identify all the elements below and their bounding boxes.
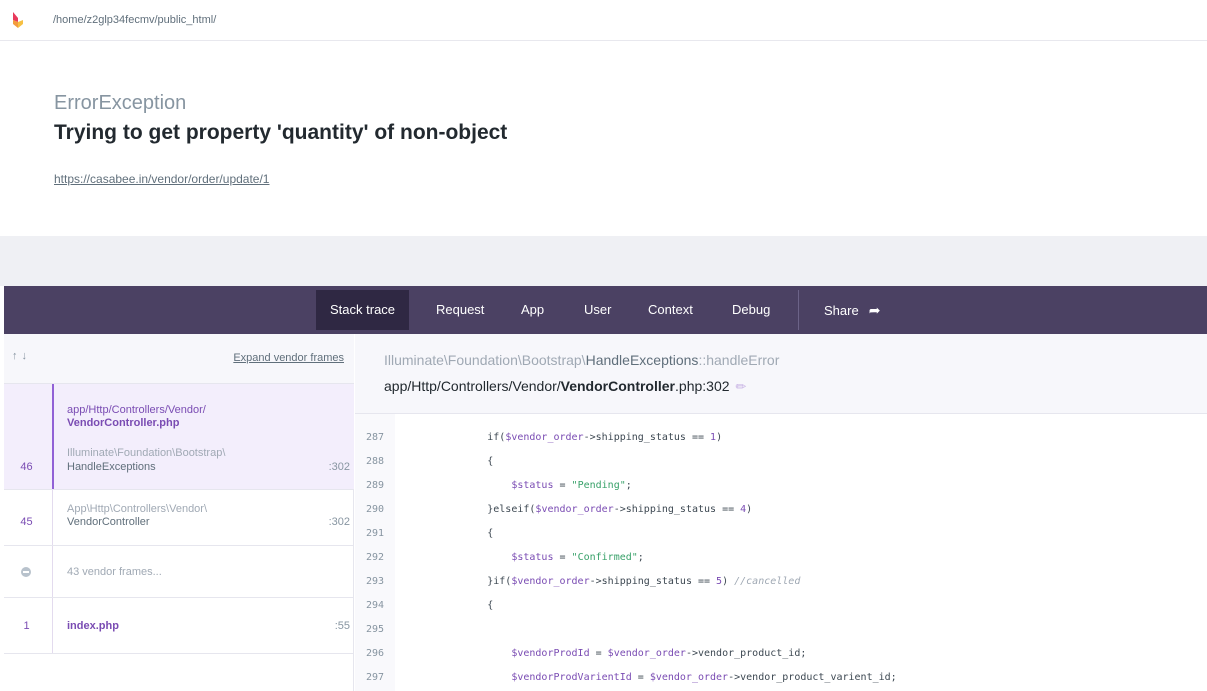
code-line: 289 $status = "Pending"; xyxy=(355,474,1207,498)
frame-class-name: VendorController xyxy=(67,516,150,528)
code-text: }elseif($vendor_order->shipping_status =… xyxy=(415,504,753,515)
frame-class-namespace: App\Http\Controllers\Vendor\ xyxy=(67,503,208,515)
code-text: $vendorProdId = $vendor_order->vendor_pr… xyxy=(511,648,807,659)
line-number: 287 xyxy=(365,432,385,443)
frame-class-name: HandleExceptions xyxy=(67,461,156,473)
frame-file-name: VendorController.php xyxy=(67,417,180,429)
code-text: $status = "Pending"; xyxy=(511,480,632,491)
stack-frame[interactable]: 1 index.php :55 xyxy=(4,598,354,654)
frame-line-number: :302 xyxy=(328,516,350,528)
code-text: { xyxy=(415,528,494,539)
code-text: }if($vendor_order->shipping_status == 5)… xyxy=(415,576,801,587)
frame-line-number: :302 xyxy=(328,461,350,473)
pencil-icon[interactable]: ✏ xyxy=(736,379,747,395)
nav-separator xyxy=(798,290,799,330)
exception-message: Trying to get property 'quantity' of non… xyxy=(54,121,508,144)
code-line: 295 xyxy=(355,618,1207,642)
tab-app[interactable]: App xyxy=(507,290,558,330)
frame-navigation-arrows-icon[interactable]: ↑↓ xyxy=(12,350,31,362)
line-number: 288 xyxy=(365,456,385,467)
line-number: 290 xyxy=(365,504,385,515)
tab-debug[interactable]: Debug xyxy=(718,290,784,330)
line-number: 291 xyxy=(365,528,385,539)
request-url-link[interactable]: https://casabee.in/vendor/order/update/1 xyxy=(54,172,269,186)
expand-vendor-frames-link[interactable]: Expand vendor frames xyxy=(233,352,344,364)
tab-context[interactable]: Context xyxy=(634,290,707,330)
stack-frame[interactable]: 45 App\Http\Controllers\Vendor\ VendorCo… xyxy=(4,490,354,546)
code-text: if($vendor_order->shipping_status == 1) xyxy=(415,432,723,443)
tab-request[interactable]: Request xyxy=(422,290,498,330)
ignition-flame-icon xyxy=(11,10,25,30)
code-line: 288 { xyxy=(355,450,1207,474)
code-snippet: 287 if($vendor_order->shipping_status ==… xyxy=(355,414,1207,691)
frame-number: 1 xyxy=(23,620,30,632)
exception-class: ErrorException xyxy=(54,92,187,114)
share-arrow-icon: ➦ xyxy=(868,302,881,318)
share-label: Share xyxy=(824,303,859,318)
project-path: /home/z2glp34fecmv/public_html/ xyxy=(53,14,217,26)
code-line: 292 $status = "Confirmed"; xyxy=(355,546,1207,570)
frame-detail-class: Illuminate\Foundation\Bootstrap\HandleEx… xyxy=(384,352,780,368)
top-bar: /home/z2glp34fecmv/public_html/ xyxy=(0,0,1207,41)
code-line: 296 $vendorProdId = $vendor_order->vendo… xyxy=(355,642,1207,666)
code-text: $vendorProdVarientId = $vendor_order->ve… xyxy=(511,672,897,683)
tab-navigation: Stack trace Request App User Context Deb… xyxy=(4,286,1207,334)
frame-detail-header: Illuminate\Foundation\Bootstrap\HandleEx… xyxy=(355,334,1207,414)
line-number: 289 xyxy=(365,480,385,491)
code-line: 290 }elseif($vendor_order->shipping_stat… xyxy=(355,498,1207,522)
code-line: 287 if($vendor_order->shipping_status ==… xyxy=(355,426,1207,450)
frame-number: 45 xyxy=(20,516,33,528)
tab-user[interactable]: User xyxy=(570,290,625,330)
line-number: 297 xyxy=(365,672,385,683)
line-number: 293 xyxy=(365,576,385,587)
code-text: { xyxy=(415,600,494,611)
stack-frames-sidebar: ↑↓ Expand vendor frames 46 app/Http/Cont… xyxy=(4,334,354,691)
code-line: 293 }if($vendor_order->shipping_status =… xyxy=(355,570,1207,594)
code-line: 291 { xyxy=(355,522,1207,546)
code-text: $status = "Confirmed"; xyxy=(511,552,644,563)
line-number: 292 xyxy=(365,552,385,563)
frame-number: 46 xyxy=(20,461,33,473)
vendor-frames-label: 43 vendor frames... xyxy=(67,566,162,578)
frame-detail-file: app/Http/Controllers/Vendor/VendorContro… xyxy=(384,378,747,395)
line-number: 296 xyxy=(365,648,385,659)
stack-frame[interactable]: 46 app/Http/Controllers/Vendor/ VendorCo… xyxy=(4,384,354,490)
frame-class-namespace: Illuminate\Foundation\Bootstrap\ xyxy=(67,447,226,459)
vendor-frames-group[interactable]: 43 vendor frames... xyxy=(4,546,354,598)
collapse-icon xyxy=(21,567,31,577)
header-divider-band xyxy=(0,236,1207,286)
frame-file-name: index.php xyxy=(67,620,119,632)
line-number: 294 xyxy=(365,600,385,611)
exception-header: ErrorException Trying to get property 'q… xyxy=(0,41,1207,236)
code-line: 297 $vendorProdVarientId = $vendor_order… xyxy=(355,666,1207,690)
code-text: { xyxy=(415,456,494,467)
tab-stack-trace[interactable]: Stack trace xyxy=(316,290,410,330)
frame-file-dir: app/Http/Controllers/Vendor/ xyxy=(67,404,206,416)
line-number: 295 xyxy=(365,624,385,635)
share-button[interactable]: Share ➦ xyxy=(810,290,894,330)
code-line: 294 { xyxy=(355,594,1207,618)
sidebar-header: ↑↓ Expand vendor frames xyxy=(4,334,354,384)
frame-line-number: :55 xyxy=(334,620,350,632)
